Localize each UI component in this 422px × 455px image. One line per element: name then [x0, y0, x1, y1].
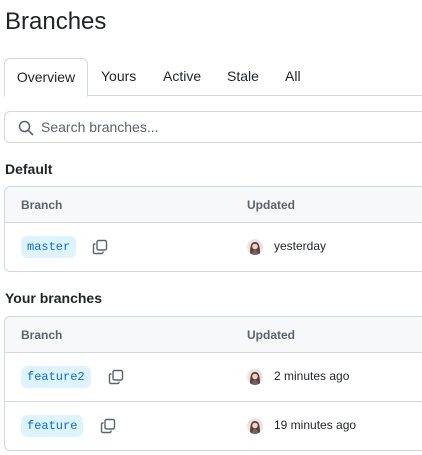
- your-branches-table: Branch Updated feature2 2 minutes ago fe…: [4, 316, 422, 451]
- table-header: Branch Updated: [5, 317, 422, 353]
- column-header-branch: Branch: [21, 328, 63, 342]
- branch-name-link[interactable]: master: [21, 236, 77, 258]
- copy-icon[interactable]: [92, 239, 108, 255]
- branch-name-link[interactable]: feature2: [21, 366, 91, 388]
- tab-overview[interactable]: Overview: [4, 58, 88, 97]
- table-row: feature2 2 minutes ago: [5, 353, 422, 401]
- column-header-updated: Updated: [247, 328, 295, 342]
- table-header: Branch Updated: [5, 187, 422, 223]
- updated-time: 19 minutes ago: [274, 418, 357, 432]
- search-box[interactable]: [4, 111, 422, 143]
- branch-name-link[interactable]: feature: [21, 415, 84, 437]
- tab-stale[interactable]: Stale: [227, 58, 259, 94]
- tab-active[interactable]: Active: [163, 58, 201, 94]
- copy-icon[interactable]: [100, 418, 116, 434]
- default-branches-table: Branch Updated master yesterday: [4, 186, 422, 272]
- user-avatar[interactable]: [247, 239, 263, 255]
- page-title: Branches: [5, 8, 107, 35]
- table-row: master yesterday: [5, 223, 422, 271]
- search-icon: [18, 120, 34, 136]
- column-header-branch: Branch: [21, 198, 63, 212]
- section-title-default: Default: [5, 161, 53, 177]
- section-title-your-branches: Your branches: [5, 290, 102, 306]
- search-input[interactable]: [41, 112, 421, 142]
- updated-time: 2 minutes ago: [274, 369, 350, 383]
- tab-all[interactable]: All: [285, 58, 301, 94]
- branch-tabs: Overview Yours Active Stale All: [4, 58, 422, 97]
- copy-icon[interactable]: [108, 369, 124, 385]
- updated-time: yesterday: [274, 239, 327, 253]
- tab-yours[interactable]: Yours: [101, 58, 136, 94]
- column-header-updated: Updated: [247, 198, 295, 212]
- user-avatar[interactable]: [247, 369, 263, 385]
- table-row: feature 19 minutes ago: [5, 401, 422, 450]
- user-avatar[interactable]: [247, 418, 263, 434]
